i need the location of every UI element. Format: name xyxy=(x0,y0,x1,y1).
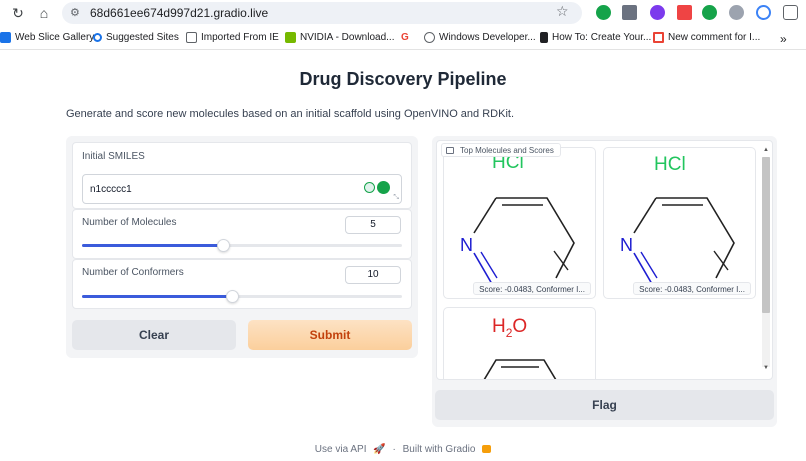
smiles-input[interactable]: n1ccccc1 ⤡ xyxy=(82,174,402,204)
molecule-gallery: Top Molecules and Scores HCl N Score: -0… xyxy=(436,140,773,380)
search-icon xyxy=(93,33,102,42)
water-label: H2O xyxy=(492,316,527,340)
slider-fill xyxy=(82,244,223,247)
clear-button[interactable]: Clear xyxy=(72,320,236,350)
bookmark-item[interactable]: NVIDIA - Download... xyxy=(285,32,394,43)
slider-thumb[interactable] xyxy=(217,239,230,252)
scroll-thumb[interactable] xyxy=(762,157,770,313)
gradio-logo-icon xyxy=(482,445,492,454)
slider-thumb[interactable] xyxy=(226,290,239,303)
bookmark-item[interactable]: How To: Create Your... xyxy=(540,32,651,43)
num-conformers-input[interactable]: 10 xyxy=(345,266,401,284)
bookmark-item[interactable]: New comment for I... xyxy=(653,32,760,43)
smiles-label: Initial SMILES xyxy=(82,151,145,162)
folder-icon xyxy=(186,32,197,43)
app-page: Drug Discovery Pipeline Generate and sco… xyxy=(0,51,806,461)
url-text: 68d661ee674d997d21.gradio.live xyxy=(90,6,269,20)
bookmark-item[interactable]: Suggested Sites xyxy=(93,32,179,43)
bookmarks-bar: Web Slice Gallery Suggested Sites Import… xyxy=(0,28,806,50)
submit-button[interactable]: Submit xyxy=(248,320,412,350)
salt-label: HCl xyxy=(654,154,686,175)
rocket-icon: 🚀 xyxy=(373,444,386,455)
globe-icon xyxy=(424,32,435,43)
footer: Use via API 🚀 · Built with Gradio xyxy=(0,444,806,455)
gallery-scrollbar[interactable]: ▲ ▼ xyxy=(762,147,770,373)
output-panel: Top Molecules and Scores HCl N Score: -0… xyxy=(432,136,777,427)
more-bookmarks-icon[interactable]: » xyxy=(780,32,787,46)
site-settings-icon[interactable]: ⚙ xyxy=(70,6,84,20)
gallery-item[interactable]: H2O xyxy=(443,307,596,379)
browser-toolbar: ↻ ⌂ ⚙ 68d661ee674d997d21.gradio.live ☆ xyxy=(0,0,806,26)
lock-icon xyxy=(540,32,548,43)
molecule-structure-image: HCl N xyxy=(620,154,735,285)
num-conformers-label: Number of Conformers xyxy=(82,267,184,278)
scroll-down-icon[interactable]: ▼ xyxy=(762,365,770,371)
bookmark-star-icon[interactable]: ☆ xyxy=(556,3,569,20)
lightbulb-icon[interactable] xyxy=(364,182,375,193)
extension-icon[interactable] xyxy=(622,5,637,20)
flag-button[interactable]: Flag xyxy=(435,390,774,420)
extension-badge-icon[interactable] xyxy=(650,5,665,20)
molecule-structure-image: HCl N xyxy=(460,152,575,285)
page-title: Drug Discovery Pipeline xyxy=(299,69,507,89)
resize-handle-icon[interactable]: ⤡ xyxy=(393,194,399,202)
num-conformers-block: Number of Conformers 10 xyxy=(72,259,412,309)
bookmark-item[interactable]: Windows Developer... xyxy=(424,32,536,43)
num-molecules-label: Number of Molecules xyxy=(82,217,177,228)
address-bar[interactable]: ⚙ 68d661ee674d997d21.gradio.live xyxy=(62,2,582,24)
gallery-item[interactable]: HCl N Score: -0.0483, Conformer I... xyxy=(443,147,596,299)
page-description: Generate and score new molecules based o… xyxy=(66,108,514,120)
nvidia-icon xyxy=(285,32,296,43)
gallery-item[interactable]: HCl N Score: -0.0483, Conformer I... xyxy=(603,147,756,299)
input-panel: Initial SMILES n1ccccc1 ⤡ Number of Mole… xyxy=(66,136,418,358)
gallery-label: Top Molecules and Scores xyxy=(441,143,561,157)
num-molecules-block: Number of Molecules 5 xyxy=(72,209,412,259)
num-molecules-slider[interactable] xyxy=(82,239,402,252)
num-molecules-input[interactable]: 5 xyxy=(345,216,401,234)
google-icon: G xyxy=(401,32,409,43)
puzzle-icon[interactable] xyxy=(783,5,798,20)
bookmark-item[interactable]: Imported From IE xyxy=(186,32,279,43)
grammarly-icon[interactable] xyxy=(377,181,390,194)
nitrogen-atom: N xyxy=(620,235,633,255)
nitrogen-atom: N xyxy=(460,235,473,255)
image-icon xyxy=(446,147,454,154)
num-conformers-slider[interactable] xyxy=(82,290,402,303)
extension-icon-3[interactable] xyxy=(756,5,771,20)
slider-fill xyxy=(82,295,232,298)
gallery-caption: Score: -0.0483, Conformer I... xyxy=(633,282,751,295)
extension-icon-2[interactable] xyxy=(729,5,744,20)
gmail-icon xyxy=(653,32,664,43)
megaphone-icon[interactable] xyxy=(677,5,692,20)
google-bookmark[interactable]: G xyxy=(401,32,409,43)
footer-separator: · xyxy=(392,444,396,455)
grammarly-icon[interactable] xyxy=(596,5,611,20)
scroll-up-icon[interactable]: ▲ xyxy=(762,147,770,153)
home-icon[interactable]: ⌂ xyxy=(34,3,54,23)
molecule-structure-image: H2O xyxy=(483,316,557,379)
smiles-block: Initial SMILES n1ccccc1 ⤡ xyxy=(72,142,412,209)
web-slice-icon xyxy=(0,32,11,43)
use-api-link[interactable]: Use via API xyxy=(315,444,367,455)
reload-icon[interactable]: ↻ xyxy=(8,3,28,23)
built-with-gradio-link[interactable]: Built with Gradio xyxy=(403,444,476,455)
gallery-caption: Score: -0.0483, Conformer I... xyxy=(473,282,591,295)
play-icon[interactable] xyxy=(702,5,717,20)
bookmark-item[interactable]: Web Slice Gallery xyxy=(0,32,94,43)
